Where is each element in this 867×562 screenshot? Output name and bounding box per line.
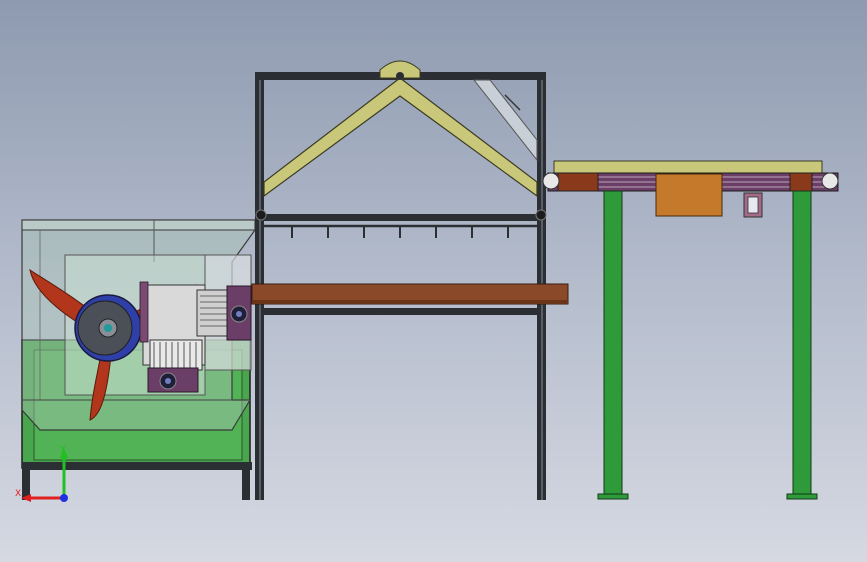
x-axis-label: X [15,489,21,499]
wooden-shelf[interactable] [251,283,569,305]
triangular-hood[interactable] [263,60,538,198]
y-axis-label: Y [59,445,66,455]
cad-viewport[interactable]: Y X [0,0,867,562]
support-legs[interactable] [597,190,818,500]
hanging-hooks [264,224,537,238]
assembly-drawing[interactable]: Y X [0,0,867,562]
